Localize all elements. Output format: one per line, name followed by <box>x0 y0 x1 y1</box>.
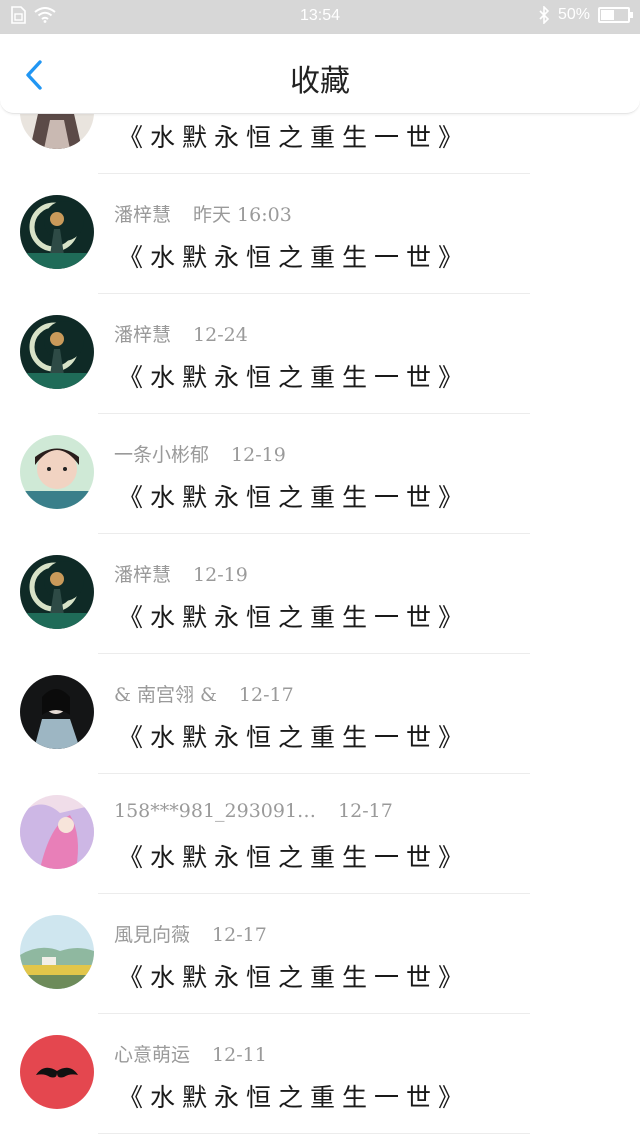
status-bar: 13:54 50% <box>0 0 640 34</box>
list-item[interactable]: 一条小彬郁 12-19 《水默永恒之重生一世》 <box>0 414 640 534</box>
item-name: 風見向薇 <box>114 924 191 946</box>
item-message: 《水默永恒之重生一世》 <box>118 243 471 272</box>
item-meta: 心意萌运 12-11 <box>114 1040 267 1067</box>
item-message: 《水默永恒之重生一世》 <box>118 483 471 512</box>
nav-bar: 收藏 <box>0 34 640 114</box>
battery-percent: 50% <box>557 6 590 23</box>
item-meta: 潘梓慧 12-19 <box>114 560 248 587</box>
item-name: & 南宫翎 & <box>114 684 217 706</box>
avatar <box>20 195 94 269</box>
item-name: 潘梓慧 <box>114 324 172 346</box>
list-item[interactable]: & 南宫翎 & 12-17 《水默永恒之重生一世》 <box>0 654 640 774</box>
item-date: 昨天 16:03 <box>193 204 292 226</box>
item-date: 12-11 <box>212 1044 267 1066</box>
item-name: 心意萌运 <box>114 1044 191 1066</box>
item-meta: 風見向薇 12-17 <box>114 920 267 947</box>
list-item[interactable]: 潘梓慧 12-19 《水默永恒之重生一世》 <box>0 534 640 654</box>
item-name: 潘梓慧 <box>114 204 172 226</box>
item-message: 《水默永恒之重生一世》 <box>118 363 471 392</box>
list-item[interactable]: 《水默永恒之重生一世》 <box>0 114 640 174</box>
list-item[interactable]: 潘梓慧 昨天 16:03 《水默永恒之重生一世》 <box>0 174 640 294</box>
item-message: 《水默永恒之重生一世》 <box>118 963 471 992</box>
item-date: 12-19 <box>231 444 286 466</box>
item-name: 潘梓慧 <box>114 564 172 586</box>
list-item[interactable]: 風見向薇 12-17 《水默永恒之重生一世》 <box>0 894 640 1014</box>
item-date: 12-19 <box>193 564 248 586</box>
item-name: 158***981_293091… <box>114 800 317 822</box>
item-message: 《水默永恒之重生一世》 <box>118 843 471 872</box>
item-name: 一条小彬郁 <box>114 444 210 466</box>
item-meta: & 南宫翎 & 12-17 <box>114 680 294 707</box>
list-item[interactable]: 158***981_293091… 12-17 《水默永恒之重生一世》 <box>0 774 640 894</box>
avatar <box>20 915 94 989</box>
battery-icon <box>598 7 633 23</box>
battery-level <box>601 10 614 20</box>
status-icons-right: 50% <box>538 6 633 24</box>
item-message: 《水默永恒之重生一世》 <box>118 603 471 632</box>
item-meta: 潘梓慧 12-24 <box>114 320 248 347</box>
item-message: 《水默永恒之重生一世》 <box>118 1083 471 1112</box>
bluetooth-icon <box>539 6 550 24</box>
item-date: 12-17 <box>238 684 294 706</box>
list-item[interactable]: 心意萌运 12-11 《水默永恒之重生一世》 <box>0 1014 640 1134</box>
page-title: 收藏 <box>290 64 350 99</box>
item-meta: 潘梓慧 昨天 16:03 <box>114 200 292 227</box>
item-date: 12-17 <box>338 800 393 822</box>
favorites-list: 《水默永恒之重生一世》 潘梓慧 昨天 16:03 《水默永恒之重生一世》 潘梓慧… <box>0 114 640 1138</box>
item-message: 《水默永恒之重生一世》 <box>118 123 471 152</box>
avatar <box>20 435 94 509</box>
item-date: 12-17 <box>212 924 267 946</box>
item-message: 《水默永恒之重生一世》 <box>118 723 471 752</box>
avatar <box>20 114 94 149</box>
item-date: 12-24 <box>193 324 248 346</box>
list-item[interactable]: 潘梓慧 12-24 《水默永恒之重生一世》 <box>0 294 640 414</box>
item-meta: 158***981_293091… 12-17 <box>114 800 393 822</box>
avatar <box>20 795 94 869</box>
item-meta: 一条小彬郁 12-19 <box>114 440 286 467</box>
divider <box>98 1133 530 1134</box>
avatar <box>20 555 94 629</box>
avatar <box>20 1035 94 1109</box>
avatar <box>20 315 94 389</box>
avatar <box>20 675 94 749</box>
